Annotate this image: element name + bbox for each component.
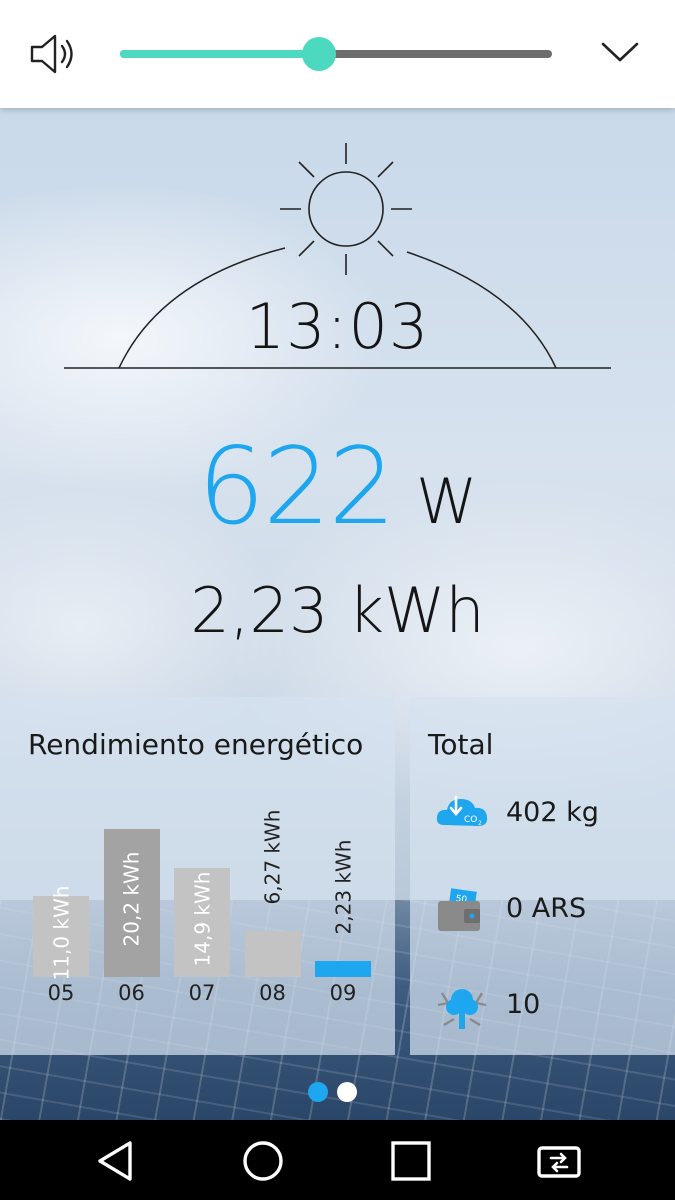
screen-switch-icon[interactable] bbox=[535, 1138, 583, 1184]
bar-day-label: 08 bbox=[259, 981, 286, 1005]
volume-bar bbox=[0, 0, 675, 108]
total-money-value: 0 ARS bbox=[506, 893, 587, 924]
speaker-icon[interactable] bbox=[28, 32, 80, 76]
volume-slider-thumb[interactable] bbox=[301, 37, 336, 71]
svg-text:2: 2 bbox=[478, 820, 482, 827]
total-co2-value: 402 kg bbox=[506, 797, 599, 828]
back-icon[interactable] bbox=[92, 1138, 140, 1184]
home-icon[interactable] bbox=[239, 1138, 287, 1184]
energy-today: 2,23 kWh bbox=[190, 574, 485, 647]
co2-cloud-icon: CO 2 bbox=[436, 795, 488, 827]
performance-bar-chart: 11,0 kWh 05 20,2 kWh 06 14,9 kWh 07 6,27 kWh 08… bbox=[0, 810, 395, 1047]
pager-dot-2[interactable] bbox=[337, 1082, 357, 1102]
wallet-icon: 50 bbox=[438, 888, 480, 931]
performance-card[interactable]: Rendimiento energético 11,0 kWh 05 20,2 kW… bbox=[0, 697, 395, 1055]
current-time: 13:03 bbox=[245, 290, 430, 363]
bar-value-label: 20,2 kWh bbox=[119, 851, 144, 947]
total-trees-value: 10 bbox=[506, 989, 541, 1020]
power-unit: W bbox=[416, 465, 478, 538]
bar-value-label: 2,23 kWh bbox=[331, 839, 356, 935]
bar-day-label: 06 bbox=[118, 981, 145, 1005]
bar-value-label: 14,9 kWh bbox=[190, 871, 215, 966]
bar-day-label: 05 bbox=[47, 981, 75, 1005]
current-power: 622 W bbox=[0, 425, 675, 548]
chevron-down-icon[interactable] bbox=[600, 36, 640, 66]
total-card[interactable]: Total CO 2 402 kg 50 0 ARS 10 bbox=[410, 697, 675, 1055]
tree-icon bbox=[437, 989, 487, 1029]
sun-icon bbox=[280, 143, 412, 275]
volume-slider-fill bbox=[120, 50, 319, 58]
recents-icon[interactable] bbox=[387, 1138, 435, 1184]
performance-title: Rendimiento energético bbox=[28, 728, 364, 761]
total-co2-row: CO 2 402 kg bbox=[434, 785, 674, 845]
bar-value-label: 6,27 kWh bbox=[260, 809, 285, 905]
bar-day-label: 07 bbox=[188, 981, 216, 1005]
total-trees-row: 10 bbox=[434, 977, 674, 1037]
volume-slider[interactable] bbox=[120, 37, 552, 71]
total-title: Total bbox=[428, 728, 494, 761]
system-nav-bar bbox=[0, 1120, 675, 1200]
svg-text:CO: CO bbox=[464, 815, 477, 825]
power-value: 622 bbox=[197, 425, 396, 548]
pager-dot-1[interactable] bbox=[308, 1082, 328, 1102]
bar-day-label: 09 bbox=[329, 981, 357, 1005]
bar-08 bbox=[244, 931, 301, 977]
total-money-row: 50 0 ARS bbox=[434, 881, 674, 941]
bar-09 bbox=[315, 961, 371, 977]
